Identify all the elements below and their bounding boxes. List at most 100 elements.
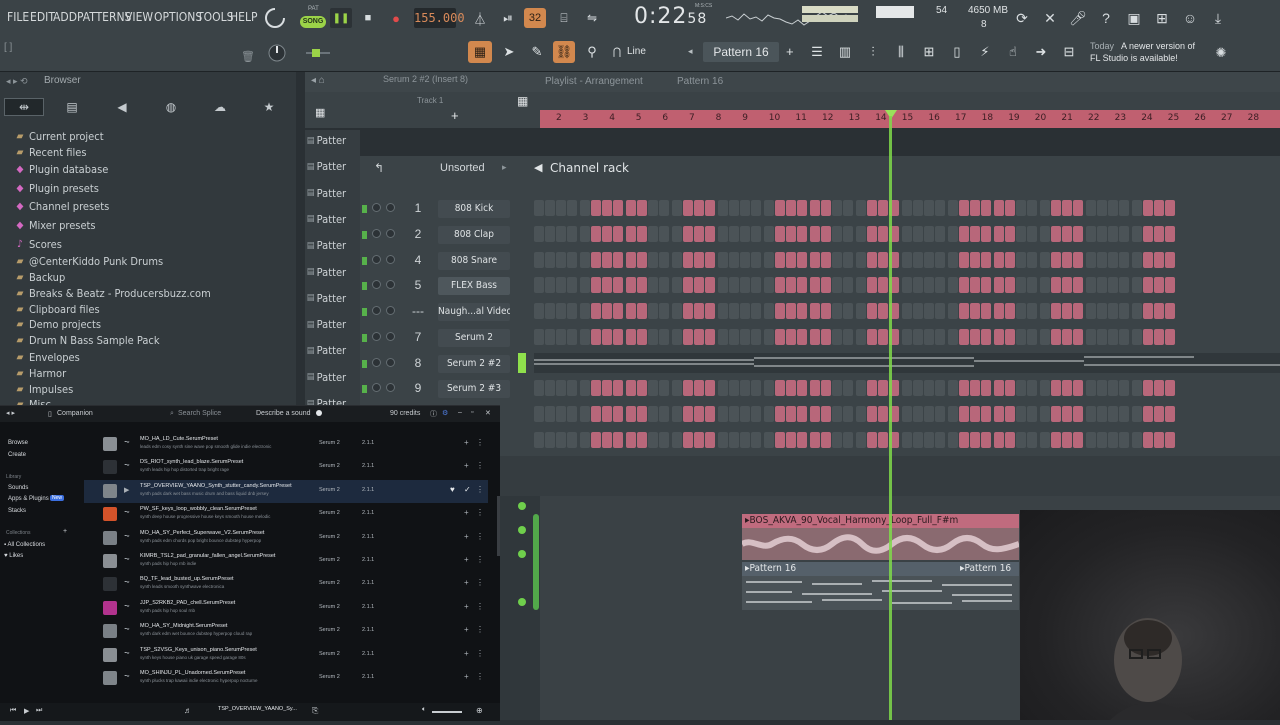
step-button[interactable] [935, 380, 945, 396]
step-button[interactable] [867, 226, 877, 242]
step-button[interactable] [775, 226, 785, 242]
step-button[interactable] [1016, 226, 1026, 242]
step-button[interactable] [902, 303, 912, 319]
save-icon[interactable]: ▣ [1124, 8, 1144, 28]
step-button[interactable] [843, 277, 853, 293]
tempo-display[interactable]: 155.000 [414, 8, 465, 28]
step-button[interactable] [1062, 406, 1072, 422]
step-button[interactable] [672, 200, 682, 216]
step-button[interactable] [1005, 200, 1015, 216]
hint-wheel-icon[interactable] [262, 6, 288, 30]
step-button[interactable] [694, 303, 704, 319]
step-button[interactable] [602, 200, 612, 216]
favorites-tab-icon[interactable]: ★ [249, 98, 289, 116]
play-preview-icon[interactable]: ⏦ [124, 579, 130, 587]
step-button[interactable] [705, 432, 715, 448]
add-collection-icon[interactable]: + [63, 528, 67, 535]
step-button[interactable] [751, 200, 761, 216]
add-pattern-button[interactable]: + [786, 44, 794, 59]
step-button[interactable] [1051, 432, 1061, 448]
pattern-track-label[interactable]: ▤ Patter [307, 344, 359, 357]
step-button[interactable] [672, 303, 682, 319]
step-button[interactable] [567, 380, 577, 396]
step-button[interactable] [970, 252, 980, 268]
add-icon[interactable]: + [464, 461, 469, 470]
step-button[interactable] [729, 406, 739, 422]
step-button[interactable] [935, 432, 945, 448]
channel-mute-led[interactable] [362, 308, 367, 316]
step-button[interactable] [705, 329, 715, 345]
step-button[interactable] [810, 252, 820, 268]
step-button[interactable] [1108, 329, 1118, 345]
step-button[interactable] [867, 329, 877, 345]
step-button[interactable] [994, 200, 1004, 216]
menu-view[interactable]: VIEW [125, 10, 153, 24]
step-button[interactable] [1062, 277, 1072, 293]
preset-row[interactable]: ⏦ BQ_TF_lead_busted_up.SerumPreset synth l… [84, 573, 488, 596]
step-button[interactable] [534, 252, 544, 268]
step-button[interactable] [567, 303, 577, 319]
step-button[interactable] [843, 329, 853, 345]
more-icon[interactable]: ⋮ [476, 578, 484, 587]
step-button[interactable] [534, 432, 544, 448]
step-button[interactable] [821, 277, 831, 293]
step-button[interactable] [902, 432, 912, 448]
step-button[interactable] [981, 200, 991, 216]
step-button[interactable] [1086, 303, 1096, 319]
browser-item[interactable]: ▰ Current project [14, 130, 104, 143]
step-button[interactable] [580, 303, 590, 319]
download-icon[interactable]: ⤓ [1208, 8, 1228, 28]
step-button[interactable] [1062, 432, 1072, 448]
plugin-picker-icon[interactable]: ▯ [946, 41, 968, 63]
metronome-icon[interactable]: ⏃ [470, 8, 490, 28]
browser-item[interactable]: ◆ Mixer presets [14, 219, 96, 232]
step-button[interactable] [1086, 252, 1096, 268]
step-button[interactable] [1073, 252, 1083, 268]
preset-row[interactable]: ▶ TSP_OVERVIEW_YAANO_Synth_stutter_candy.… [84, 479, 488, 503]
step-button[interactable] [1027, 226, 1037, 242]
pattern-track-label[interactable]: ▤ Patter [307, 213, 359, 226]
play-preview-icon[interactable]: ⏦ [124, 439, 130, 447]
step-button[interactable] [567, 329, 577, 345]
maximize-icon[interactable]: ▫ [471, 409, 473, 416]
menu-file[interactable]: FILE [7, 10, 29, 24]
step-button[interactable] [878, 406, 888, 422]
step-button[interactable] [856, 303, 866, 319]
step-button[interactable] [924, 380, 934, 396]
channel-filter-select[interactable]: Unsorted [440, 162, 485, 174]
plug-icon[interactable]: ⚡︎ [974, 41, 996, 63]
step-button[interactable] [1073, 432, 1083, 448]
step-button[interactable] [1119, 226, 1129, 242]
step-button[interactable] [718, 406, 728, 422]
step-button[interactable] [1165, 406, 1175, 422]
step-button[interactable] [786, 277, 796, 293]
stepseq-icon[interactable]: ⫶ [862, 41, 884, 63]
step-button[interactable] [832, 380, 842, 396]
step-button[interactable] [810, 380, 820, 396]
timeline-ruler[interactable]: 2 3 4 5 6 7 8 9 10 11 12 13 14 15 16 17 18 19 20 21 22 23 24 25… [540, 110, 1280, 128]
step-button[interactable] [648, 252, 658, 268]
step-button[interactable] [683, 380, 693, 396]
rack-back-icon[interactable]: ↰ [374, 161, 384, 175]
browser-item[interactable]: ◆ Plugin database [14, 163, 109, 176]
step-button[interactable] [913, 432, 923, 448]
step-button[interactable] [683, 329, 693, 345]
step-button[interactable] [1154, 329, 1164, 345]
step-button[interactable] [948, 329, 958, 345]
step-button[interactable] [878, 277, 888, 293]
step-button[interactable] [751, 329, 761, 345]
step-button[interactable] [694, 329, 704, 345]
step-button[interactable] [775, 432, 785, 448]
step-button[interactable] [797, 252, 807, 268]
step-button[interactable] [740, 226, 750, 242]
step-button[interactable] [970, 406, 980, 422]
step-button[interactable] [981, 432, 991, 448]
step-button[interactable] [1108, 380, 1118, 396]
step-button[interactable] [797, 380, 807, 396]
snap-select[interactable]: Line [627, 46, 646, 57]
mixer-view-icon[interactable]: ⫼ [890, 41, 912, 63]
step-button[interactable] [683, 432, 693, 448]
master-pitch-slider-icon[interactable] [304, 44, 332, 62]
step-button[interactable] [1027, 277, 1037, 293]
step-button[interactable] [648, 329, 658, 345]
